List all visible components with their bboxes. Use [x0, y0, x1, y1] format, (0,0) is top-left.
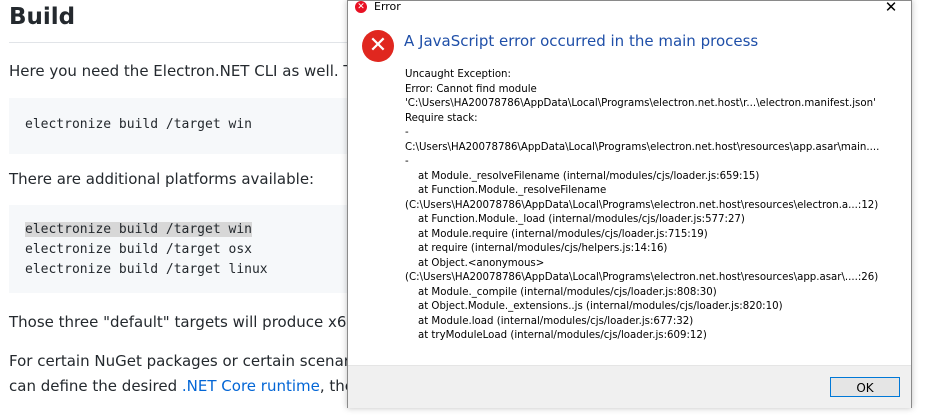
message-line: 'C:\Users\HA20078786\AppData\Local\Progr… — [405, 98, 876, 109]
message-line: C:\Users\HA20078786\AppData\Local\Progra… — [405, 141, 880, 153]
message-line: Uncaught Exception: — [405, 69, 511, 80]
error-icon: ✕ — [362, 30, 394, 62]
error-message: Uncaught Exception: Error: Cannot find m… — [405, 68, 908, 344]
message-line: (C:\Users\HA20078786\AppData\Local\Progr… — [405, 199, 879, 211]
dialog-footer: OK — [348, 365, 911, 408]
paragraph-targets: Those three "default" targets will produ… — [9, 313, 380, 331]
code-line: electronize build /target win — [25, 222, 252, 237]
paragraph-runtime: can define the desired .NET Core runtime… — [9, 377, 381, 395]
message-line: at tryModuleLoad (internal/modules/cjs/l… — [405, 330, 707, 341]
message-line: at Module._resolveFilename (internal/mod… — [405, 170, 760, 182]
message-line: at Function.Module._load (internal/modul… — [405, 214, 745, 225]
code-line: electronize build /target osx — [25, 242, 252, 257]
dotnet-runtime-link[interactable]: .NET Core runtime — [182, 377, 320, 395]
close-icon[interactable]: ✕ — [879, 0, 903, 16]
error-small-icon: ✕ — [355, 1, 367, 13]
runtime-text: can define the desired — [9, 377, 182, 395]
dialog-titlebar[interactable]: ✕ Error ✕ — [348, 0, 911, 16]
message-line: (C:\Users\HA20078786\AppData\Local\Progr… — [405, 272, 879, 283]
ok-button[interactable]: OK — [830, 377, 900, 397]
message-line: at Object.<anonymous> — [405, 257, 545, 269]
error-dialog: ✕ Error ✕ ✕ A JavaScript error occurred … — [347, 0, 912, 408]
code-line: electronize build /target linux — [25, 262, 268, 277]
message-line: Error: Cannot find module — [405, 83, 537, 95]
paragraph-cli: Here you need the Electron.NET CLI as we… — [9, 62, 378, 80]
message-line: at Object.Module._extensions..js (intern… — [405, 301, 783, 312]
code-line-highlighted: electronize build /target win — [25, 222, 252, 237]
message-line: - — [405, 156, 409, 167]
message-line: - — [405, 127, 409, 138]
paragraph-platforms: There are additional platforms available… — [9, 170, 315, 188]
message-line: at Module._compile (internal/modules/cjs… — [405, 286, 717, 298]
error-heading: A JavaScript error occurred in the main … — [404, 32, 759, 50]
paragraph-nuget: For certain NuGet packages or certain sc… — [9, 352, 372, 370]
section-heading: Build — [9, 4, 76, 30]
message-line: at Module.require (internal/modules/cjs/… — [405, 228, 708, 240]
message-line: at require (internal/modules/cjs/helpers… — [405, 243, 668, 254]
message-line: at Module.load (internal/modules/cjs/loa… — [405, 315, 694, 327]
message-line: Require stack: — [405, 112, 478, 124]
message-line: at Function.Module._resolveFilename — [405, 185, 607, 196]
dialog-title: Error — [374, 0, 401, 13]
code-line: electronize build /target win — [25, 117, 252, 132]
